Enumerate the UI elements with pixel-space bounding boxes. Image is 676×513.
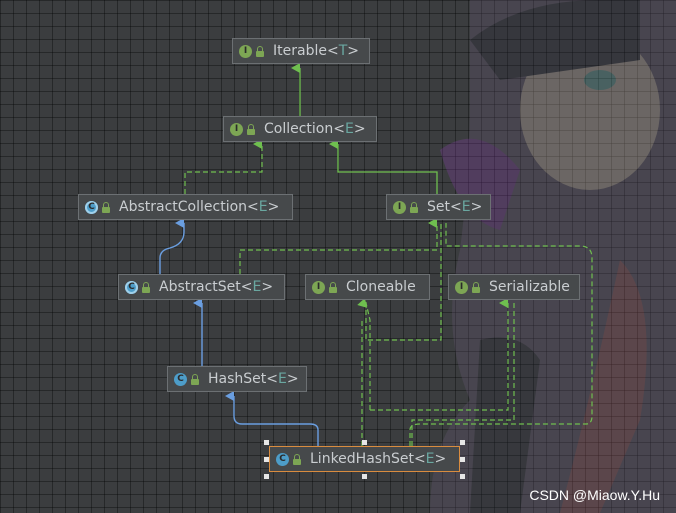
lock-icon bbox=[141, 281, 151, 293]
abstract-class-icon: C bbox=[85, 200, 98, 214]
resize-handle-bottom-right[interactable] bbox=[460, 474, 465, 479]
lock-icon bbox=[292, 453, 302, 465]
node-cloneable[interactable]: I Cloneable bbox=[305, 274, 430, 300]
resize-handle-top-left[interactable] bbox=[264, 440, 269, 445]
node-label: AbstractCollection bbox=[119, 199, 248, 215]
type-parameter: E bbox=[344, 121, 354, 137]
node-label: Set bbox=[427, 199, 450, 215]
node-set[interactable]: I Set < E > bbox=[386, 194, 491, 220]
class-icon: C bbox=[276, 452, 289, 466]
interface-icon: I bbox=[312, 280, 325, 294]
lock-icon bbox=[471, 281, 481, 293]
anime-background-art bbox=[430, 0, 676, 513]
resize-handle-mid-right[interactable] bbox=[460, 457, 465, 462]
lock-icon bbox=[101, 201, 111, 213]
type-parameter: T bbox=[338, 43, 348, 59]
node-label: LinkedHashSet bbox=[310, 451, 414, 467]
watermark: CSDN @Miaow.Y.Hu bbox=[529, 487, 660, 503]
node-label: Iterable bbox=[273, 43, 327, 59]
node-label: Serializable bbox=[489, 279, 570, 295]
node-label: Collection bbox=[264, 121, 334, 137]
resize-handle-bottom-mid[interactable] bbox=[362, 474, 367, 479]
node-label: HashSet bbox=[208, 371, 267, 387]
type-parameter: E bbox=[258, 199, 268, 215]
lock-icon bbox=[246, 123, 256, 135]
resize-handle-top-right[interactable] bbox=[460, 440, 465, 445]
node-label: AbstractSet bbox=[159, 279, 241, 295]
resize-handle-top-mid[interactable] bbox=[362, 440, 367, 445]
class-icon: C bbox=[174, 372, 187, 386]
node-linked-hash-set[interactable]: C LinkedHashSet < E > bbox=[269, 446, 460, 472]
interface-icon: I bbox=[393, 200, 406, 214]
lock-icon bbox=[190, 373, 200, 385]
type-parameter: E bbox=[278, 371, 287, 387]
interface-icon: I bbox=[455, 280, 468, 294]
lock-icon bbox=[409, 201, 419, 213]
node-abstract-set[interactable]: C AbstractSet < E > bbox=[118, 274, 285, 300]
resize-handle-bottom-left[interactable] bbox=[264, 474, 269, 479]
node-serializable[interactable]: I Serializable bbox=[448, 274, 580, 300]
node-abstract-collection[interactable]: C AbstractCollection < E > bbox=[78, 194, 293, 220]
node-iterable[interactable]: I Iterable < T > bbox=[232, 38, 370, 64]
node-collection[interactable]: I Collection < E > bbox=[223, 116, 377, 142]
abstract-class-icon: C bbox=[125, 280, 138, 294]
resize-handle-mid-left[interactable] bbox=[264, 457, 269, 462]
node-hash-set[interactable]: C HashSet < E > bbox=[167, 366, 307, 392]
node-label: Cloneable bbox=[346, 279, 416, 295]
lock-icon bbox=[255, 45, 265, 57]
interface-icon: I bbox=[230, 122, 243, 136]
type-parameter: E bbox=[425, 451, 435, 467]
lock-icon bbox=[328, 281, 338, 293]
type-parameter: E bbox=[461, 199, 471, 215]
type-parameter: E bbox=[252, 279, 262, 295]
interface-icon: I bbox=[239, 44, 252, 58]
